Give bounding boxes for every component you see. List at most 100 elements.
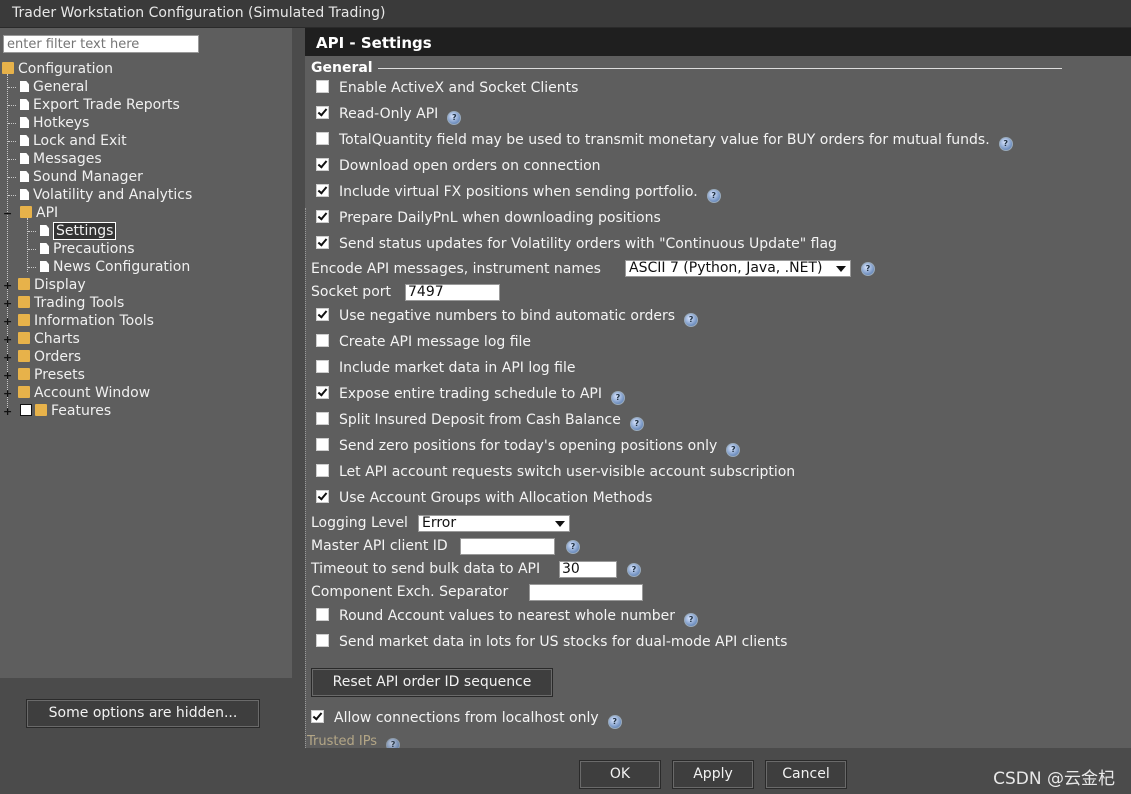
features-icon (35, 404, 47, 416)
socket-port-input[interactable]: 7497 (405, 284, 500, 301)
tree-item-features[interactable]: Features (20, 402, 111, 420)
panel-title: API - Settings (316, 34, 432, 52)
help-icon[interactable]: ? (629, 417, 644, 431)
option-row: Download open orders on connection (316, 156, 601, 176)
help-icon[interactable]: ? (566, 540, 580, 554)
tree-item-precautions[interactable]: Precautions (40, 240, 135, 258)
document-icon (40, 261, 49, 272)
ok-button[interactable]: OK (579, 760, 661, 789)
tree-item-precautions-label: Precautions (53, 241, 135, 257)
option-row: Send market data in lots for US stocks f… (316, 632, 787, 652)
help-icon[interactable]: ? (684, 613, 699, 627)
tree-root-configuration-label: Configuration (18, 61, 113, 77)
localhost-checkbox[interactable] (311, 710, 324, 723)
logging-level-select[interactable]: Error (418, 515, 570, 532)
option-checkbox[interactable] (316, 608, 329, 621)
option-checkbox[interactable] (316, 360, 329, 373)
encode-label: Encode API messages, instrument names (311, 261, 601, 277)
features-checkbox[interactable] (20, 404, 32, 416)
timeout-input[interactable]: 30 (559, 561, 617, 578)
cancel-button[interactable]: Cancel (765, 760, 847, 789)
tree-item-general[interactable]: General (20, 78, 88, 96)
expand-icon[interactable]: + (3, 280, 12, 291)
help-icon[interactable]: ? (998, 137, 1013, 151)
tree-item-display[interactable]: Display (18, 276, 86, 294)
reset-api-order-id-button[interactable]: Reset API order ID sequence (311, 668, 553, 697)
tree-item-messages-label: Messages (33, 151, 102, 167)
tree-item-information-tools[interactable]: Information Tools (18, 312, 154, 330)
window-titlebar: Trader Workstation Configuration (Simula… (0, 0, 1131, 28)
option-checkbox[interactable] (316, 438, 329, 451)
expand-icon[interactable]: + (3, 334, 12, 345)
option-label: Expose entire trading schedule to API (339, 386, 602, 402)
option-checkbox[interactable] (316, 386, 329, 399)
help-icon[interactable]: ? (684, 313, 699, 327)
expand-icon[interactable]: + (3, 370, 12, 381)
tree-item-account-window[interactable]: Account Window (18, 384, 150, 402)
tree-item-news-configuration[interactable]: News Configuration (40, 258, 190, 276)
tree-item-lock-and-exit[interactable]: Lock and Exit (20, 132, 127, 150)
help-icon[interactable]: ? (726, 443, 741, 457)
master-client-id-input[interactable] (460, 538, 555, 555)
tree-item-account-window-label: Account Window (34, 385, 151, 401)
option-checkbox[interactable] (316, 210, 329, 223)
tree-guide (8, 141, 16, 142)
expand-icon[interactable]: + (3, 352, 12, 363)
option-checkbox[interactable] (316, 490, 329, 503)
option-checkbox[interactable] (316, 464, 329, 477)
tree-guide (8, 87, 16, 88)
option-row: Send status updates for Volatility order… (316, 234, 837, 254)
help-icon[interactable]: ? (861, 262, 875, 276)
expand-icon[interactable]: + (3, 298, 12, 309)
tree-item-display-label: Display (34, 277, 86, 293)
option-checkbox[interactable] (316, 334, 329, 347)
expand-icon[interactable]: + (3, 406, 12, 417)
trusted-ips-text: Trusted IPs (307, 734, 378, 748)
tree-item-sound-manager[interactable]: Sound Manager (20, 168, 143, 186)
expand-icon[interactable]: + (3, 316, 12, 327)
pane-splitter[interactable] (292, 28, 305, 748)
tree-item-presets[interactable]: Presets (18, 366, 85, 384)
option-label: Download open orders on connection (339, 158, 601, 174)
encode-select[interactable]: ASCII 7 (Python, Java, .NET) (625, 260, 851, 277)
option-row: Expose entire trading schedule to API? (316, 384, 625, 405)
tree-item-hotkeys[interactable]: Hotkeys (20, 114, 89, 132)
tree-item-export-trade-reports[interactable]: Export Trade Reports (20, 96, 180, 114)
tree-item-charts[interactable]: Charts (18, 330, 80, 348)
option-label: Split Insured Deposit from Cash Balance (339, 412, 621, 428)
encode-select-value: ASCII 7 (Python, Java, .NET) (629, 260, 823, 276)
tree-item-settings[interactable]: Settings (40, 222, 117, 240)
component-separator-input[interactable] (529, 584, 643, 601)
option-checkbox[interactable] (316, 158, 329, 171)
tree-guide (28, 249, 36, 250)
tree-item-trading-tools[interactable]: Trading Tools (18, 294, 124, 312)
filter-input[interactable] (3, 35, 199, 53)
help-icon[interactable]: ? (627, 563, 641, 577)
tree-item-trading-tools-label: Trading Tools (34, 295, 125, 311)
tree-item-messages[interactable]: Messages (20, 150, 102, 168)
help-icon[interactable]: ? (386, 738, 401, 748)
option-checkbox[interactable] (316, 106, 329, 119)
chevron-down-icon (836, 266, 846, 272)
collapse-icon[interactable]: − (3, 208, 12, 219)
document-icon (20, 81, 29, 92)
option-checkbox[interactable] (316, 634, 329, 647)
help-icon[interactable]: ? (706, 189, 721, 203)
apply-button[interactable]: Apply (672, 760, 754, 789)
help-icon[interactable]: ? (447, 111, 462, 125)
account-window-icon (18, 386, 30, 398)
tree-root-configuration[interactable]: Configuration (2, 60, 113, 78)
help-icon[interactable]: ? (607, 715, 622, 729)
expand-icon[interactable]: + (3, 388, 12, 399)
tree-item-volatility-and-analytics[interactable]: Volatility and Analytics (20, 186, 192, 204)
option-checkbox[interactable] (316, 80, 329, 93)
option-checkbox[interactable] (316, 308, 329, 321)
option-checkbox[interactable] (316, 412, 329, 425)
tree-item-orders[interactable]: Orders (18, 348, 81, 366)
some-options-hidden-button[interactable]: Some options are hidden... (26, 699, 260, 728)
option-checkbox[interactable] (316, 184, 329, 197)
option-checkbox[interactable] (316, 132, 329, 145)
option-checkbox[interactable] (316, 236, 329, 249)
tree-item-api[interactable]: API (20, 204, 58, 222)
help-icon[interactable]: ? (610, 391, 625, 405)
